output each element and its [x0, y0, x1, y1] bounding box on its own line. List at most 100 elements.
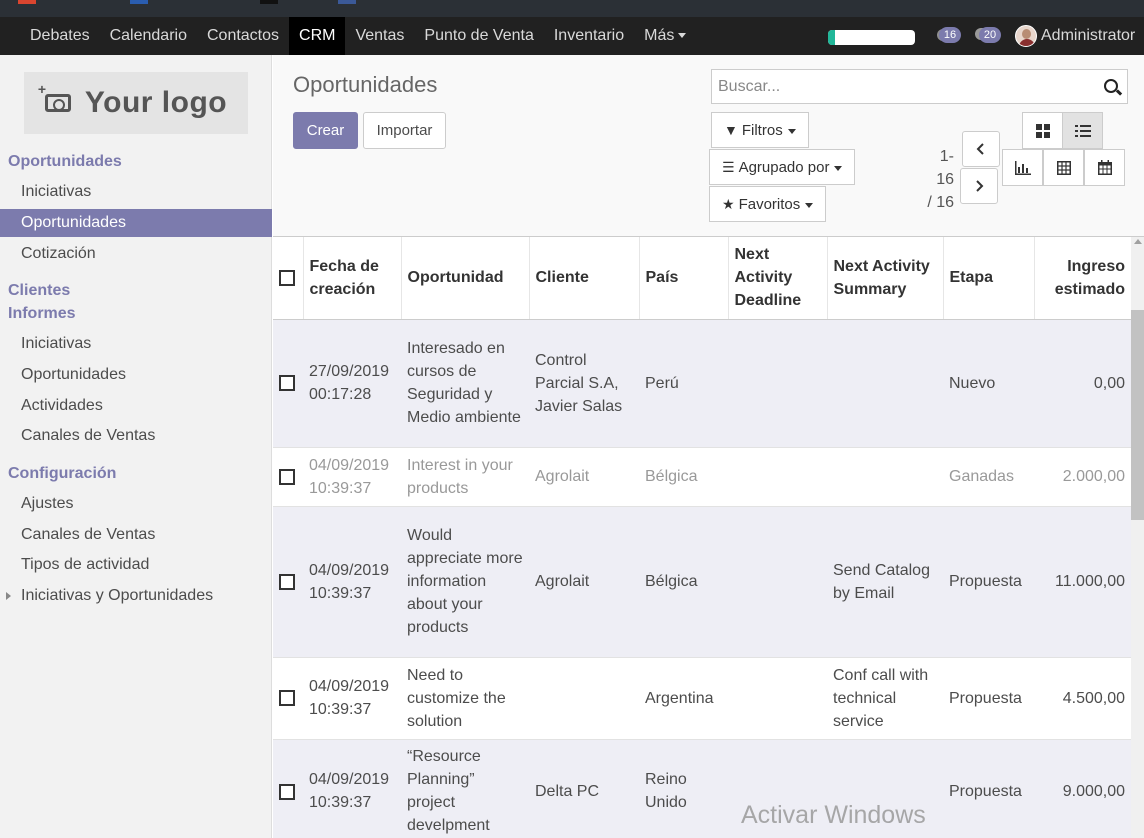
- pager-next-button[interactable]: [960, 168, 998, 204]
- favorites-button[interactable]: ★ Favoritos: [709, 186, 827, 222]
- column-header-pais[interactable]: País: [639, 237, 729, 320]
- sidebar-item-oportunidades[interactable]: Oportunidades: [0, 209, 272, 237]
- control-panel: Oportunidades Crear Importar ▼Filtros ☰A…: [273, 55, 1144, 237]
- cell-etapa: Propuesta: [943, 738, 1034, 838]
- menu-mas[interactable]: Más: [634, 17, 696, 55]
- pager-value[interactable]: 1-16 / 16: [922, 145, 954, 214]
- app-menu: Debates Calendario Contactos CRM Ventas …: [20, 17, 696, 55]
- chevron-down-icon: [787, 128, 796, 134]
- activity-indicator[interactable]: 16: [937, 17, 965, 55]
- cell-fecha: 04/09/2019 10:39:37: [303, 505, 401, 657]
- cell-pais: Argentina: [639, 656, 728, 739]
- import-button[interactable]: Importar: [363, 112, 446, 149]
- sidebar-item-canales-ventas[interactable]: Canales de Ventas: [0, 422, 272, 450]
- chevron-down-icon: [678, 33, 687, 39]
- search-input[interactable]: [712, 70, 1092, 103]
- graph-view-button[interactable]: [1002, 149, 1043, 186]
- company-logo[interactable]: Your logo: [24, 72, 248, 134]
- row-checkbox[interactable]: [279, 783, 295, 800]
- activity-count-badge: 16: [939, 27, 961, 43]
- column-header-etapa[interactable]: Etapa: [943, 237, 1035, 320]
- table-row[interactable]: 04/09/2019 10:39:37 Interest in your pro…: [273, 446, 1131, 506]
- kanban-view-button[interactable]: [1022, 112, 1063, 149]
- sidebar-item-iniciativas-oportunidades[interactable]: Iniciativas y Oportunidades: [0, 582, 272, 610]
- sidebar-section-informes[interactable]: Informes: [8, 305, 76, 323]
- calendar-view-button[interactable]: [1084, 149, 1125, 186]
- windows-activation-watermark: Activar Windows: [741, 801, 926, 829]
- table-row[interactable]: 27/09/2019 00:17:28 Interesado en cursos…: [273, 318, 1131, 447]
- breadcrumb-title: Oportunidades: [293, 72, 438, 97]
- row-select-cell: [273, 446, 303, 506]
- cell-ingreso: 2.000,00: [1034, 446, 1131, 506]
- user-avatar[interactable]: [1015, 25, 1037, 47]
- loading-progress-bar: [828, 30, 915, 45]
- sidebar-item-informes-iniciativas[interactable]: Iniciativas: [0, 330, 272, 358]
- favorites-label: Favoritos: [738, 196, 801, 213]
- pager-previous-button[interactable]: [962, 131, 1000, 167]
- menu-crm[interactable]: CRM: [289, 17, 346, 55]
- sidebar-item-actividades[interactable]: Actividades: [0, 392, 272, 420]
- cell-oportunidad: Would appreciate more information about …: [401, 505, 529, 657]
- user-menu[interactable]: Administrator: [1041, 17, 1135, 55]
- sidebar-item-cotizacion[interactable]: Cotización: [0, 240, 272, 268]
- menu-calendario[interactable]: Calendario: [100, 17, 197, 55]
- menu-contactos[interactable]: Contactos: [197, 17, 289, 55]
- pivot-view-button[interactable]: [1043, 149, 1084, 186]
- opportunities-list: Fecha de creación Oportunidad Cliente Pa…: [273, 237, 1131, 838]
- chevron-down-icon: [834, 165, 843, 171]
- vertical-scrollbar[interactable]: [1131, 237, 1144, 838]
- create-button[interactable]: Crear: [293, 112, 358, 149]
- table-row[interactable]: 04/09/2019 10:39:37 “Resource Planning” …: [273, 738, 1131, 838]
- group-by-button[interactable]: ☰ Agrupado por: [709, 149, 856, 185]
- kanban-icon: [1035, 123, 1050, 138]
- sidebar-item-ajustes[interactable]: Ajustes: [0, 490, 272, 518]
- cell-ingreso: 0,00: [1034, 318, 1131, 447]
- cell-etapa: Nuevo: [943, 318, 1034, 447]
- column-header-ingreso[interactable]: Ingreso estimado: [1034, 237, 1131, 320]
- sidebar-section-clientes[interactable]: Clientes: [8, 282, 70, 300]
- row-select-cell: [273, 656, 303, 739]
- sidebar-item-tipos-actividad[interactable]: Tipos de actividad: [0, 551, 272, 579]
- column-header-deadline[interactable]: Next Activity Deadline: [728, 237, 828, 320]
- row-checkbox[interactable]: [279, 690, 295, 707]
- select-all-checkbox[interactable]: [279, 270, 295, 287]
- sidebar-item-informes-oportunidades[interactable]: Oportunidades: [0, 361, 272, 389]
- column-header-cliente[interactable]: Cliente: [529, 237, 640, 320]
- filter-icon: ▼: [724, 122, 738, 138]
- scroll-up-arrow-icon[interactable]: [1134, 239, 1142, 244]
- search-icon[interactable]: [1104, 79, 1118, 93]
- cell-oportunidad: Interesado en cursos de Seguridad y Medi…: [401, 318, 529, 447]
- row-checkbox[interactable]: [279, 375, 295, 392]
- sidebar-item-config-canales-ventas[interactable]: Canales de Ventas: [0, 521, 272, 549]
- menu-ventas[interactable]: Ventas: [345, 17, 414, 55]
- table-row[interactable]: 04/09/2019 10:39:37 Would appreciate mor…: [273, 505, 1131, 657]
- browser-tab-strip: [0, 0, 1144, 17]
- cell-deadline: [728, 505, 827, 657]
- row-select-cell: [273, 505, 303, 657]
- column-header-summary[interactable]: Next Activity Summary: [827, 237, 944, 320]
- sidebar-section-configuracion[interactable]: Configuración: [8, 465, 116, 483]
- sidebar-item-label: Iniciativas y Oportunidades: [21, 587, 214, 604]
- chevron-right-icon: [976, 180, 984, 192]
- column-header-fecha[interactable]: Fecha de creación: [303, 237, 402, 320]
- row-checkbox[interactable]: [279, 573, 295, 590]
- sidebar-section-oportunidades[interactable]: Oportunidades: [8, 153, 122, 171]
- cell-cliente: Agrolait: [529, 446, 639, 506]
- menu-inventario[interactable]: Inventario: [544, 17, 634, 55]
- menu-punto-de-venta[interactable]: Punto de Venta: [414, 17, 543, 55]
- cell-oportunidad: Need to customize the solution: [401, 656, 529, 739]
- cell-deadline: [728, 656, 827, 739]
- cell-ingreso: 9.000,00: [1034, 738, 1131, 838]
- table-row[interactable]: 04/09/2019 10:39:37 Need to customize th…: [273, 656, 1131, 739]
- menu-debates[interactable]: Debates: [20, 17, 100, 55]
- messages-indicator[interactable]: 20: [973, 17, 1005, 55]
- scrollbar-thumb[interactable]: [1131, 310, 1144, 520]
- cell-pais: Perú: [639, 318, 728, 447]
- sidebar-item-iniciativas[interactable]: Iniciativas: [0, 178, 272, 206]
- list-view-button[interactable]: [1062, 112, 1103, 149]
- column-header-oportunidad[interactable]: Oportunidad: [401, 237, 530, 320]
- chevron-left-icon: [976, 143, 984, 155]
- row-checkbox[interactable]: [279, 468, 295, 485]
- cell-ingreso: 11.000,00: [1034, 505, 1131, 657]
- filters-button[interactable]: ▼ Filtros: [711, 112, 809, 148]
